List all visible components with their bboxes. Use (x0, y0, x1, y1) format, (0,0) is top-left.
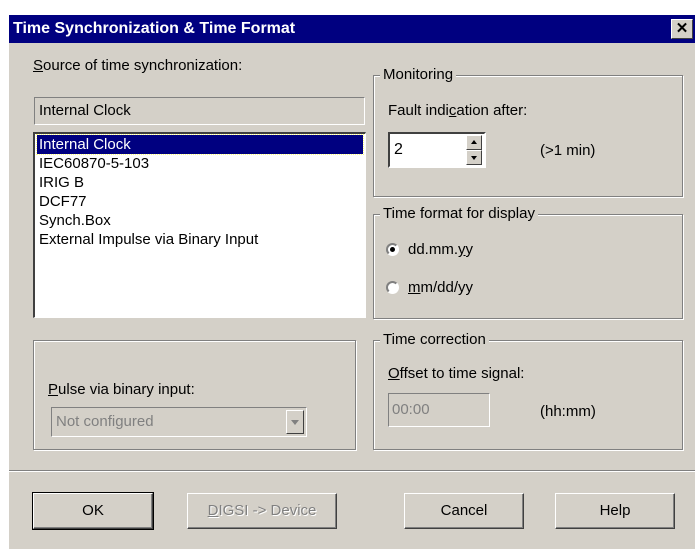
title-bar[interactable]: Time Synchronization & Time Format ✕ (9, 15, 695, 43)
fault-indication-unit: (>1 min) (540, 142, 596, 159)
monitoring-group: Monitoring Fault indication after: 2 (>1… (373, 66, 683, 197)
pulse-dropdown-button (286, 410, 304, 434)
source-listbox[interactable]: Internal Clock IEC60870-5-103 IRIG B DCF77 S… (33, 132, 366, 318)
radio-mmddyy[interactable] (386, 281, 399, 294)
fault-indication-value: 2 (394, 141, 403, 158)
chevron-down-icon (291, 420, 299, 425)
format-option-ddmmyy-label: dd.mm.yy (408, 241, 474, 258)
pulse-label: Pulse via binary input: (48, 381, 195, 398)
monitoring-title: Monitoring (380, 66, 457, 84)
ok-button[interactable]: OK (32, 492, 154, 530)
separator (9, 470, 695, 472)
source-list-item[interactable]: Synch.Box (37, 211, 363, 230)
radio-selected-dot (390, 247, 395, 252)
dialog-title: Time Synchronization & Time Format (13, 20, 296, 37)
time-correction-title: Time correction (380, 331, 489, 349)
format-option-mmddyy[interactable]: mm/dd/yy (386, 277, 566, 299)
spin-down-button[interactable] (466, 150, 482, 165)
source-list-item[interactable]: IEC60870-5-103 (37, 154, 363, 173)
arrow-up-icon (471, 140, 477, 144)
time-format-group: Time format for display dd.mm.yy mm/dd/y… (373, 205, 683, 319)
source-current-value: Internal Clock (34, 97, 365, 125)
time-format-title: Time format for display (380, 205, 538, 223)
fault-indication-spinbox[interactable]: 2 (388, 132, 486, 168)
close-icon: ✕ (675, 20, 689, 37)
source-label: Source of time synchronization: (33, 57, 243, 74)
offset-value: 00:00 (392, 401, 430, 418)
close-button[interactable]: ✕ (671, 19, 693, 39)
source-list-item[interactable]: Internal Clock (36, 134, 364, 155)
pulse-select-value: Not configured (56, 413, 154, 430)
spin-up-button[interactable] (466, 135, 482, 150)
dialog-window: Time Synchronization & Time Format ✕ Sou… (8, 14, 695, 549)
format-option-mmddyy-label: mm/dd/yy (408, 279, 474, 296)
format-option-ddmmyy[interactable]: dd.mm.yy (386, 239, 566, 261)
digsi-to-device-button[interactable]: DIGSI -> Device (187, 493, 337, 529)
help-button[interactable]: Help (555, 493, 675, 529)
pulse-select: Not configured (51, 407, 307, 437)
arrow-down-icon (471, 156, 477, 160)
cancel-button[interactable]: Cancel (404, 493, 524, 529)
source-list-item[interactable]: IRIG B (37, 173, 363, 192)
source-list-item[interactable]: External Impulse via Binary Input (37, 230, 363, 249)
offset-unit: (hh:mm) (540, 403, 596, 420)
time-correction-group: Time correction Offset to time signal: 0… (373, 331, 683, 450)
offset-input: 00:00 (388, 393, 490, 427)
offset-label: Offset to time signal: (388, 365, 525, 382)
source-list-item[interactable]: DCF77 (37, 192, 363, 211)
radio-ddmmyy[interactable] (386, 243, 399, 256)
pulse-group: Pulse via binary input: Not configured (33, 340, 356, 450)
fault-indication-label: Fault indication after: (388, 102, 528, 119)
